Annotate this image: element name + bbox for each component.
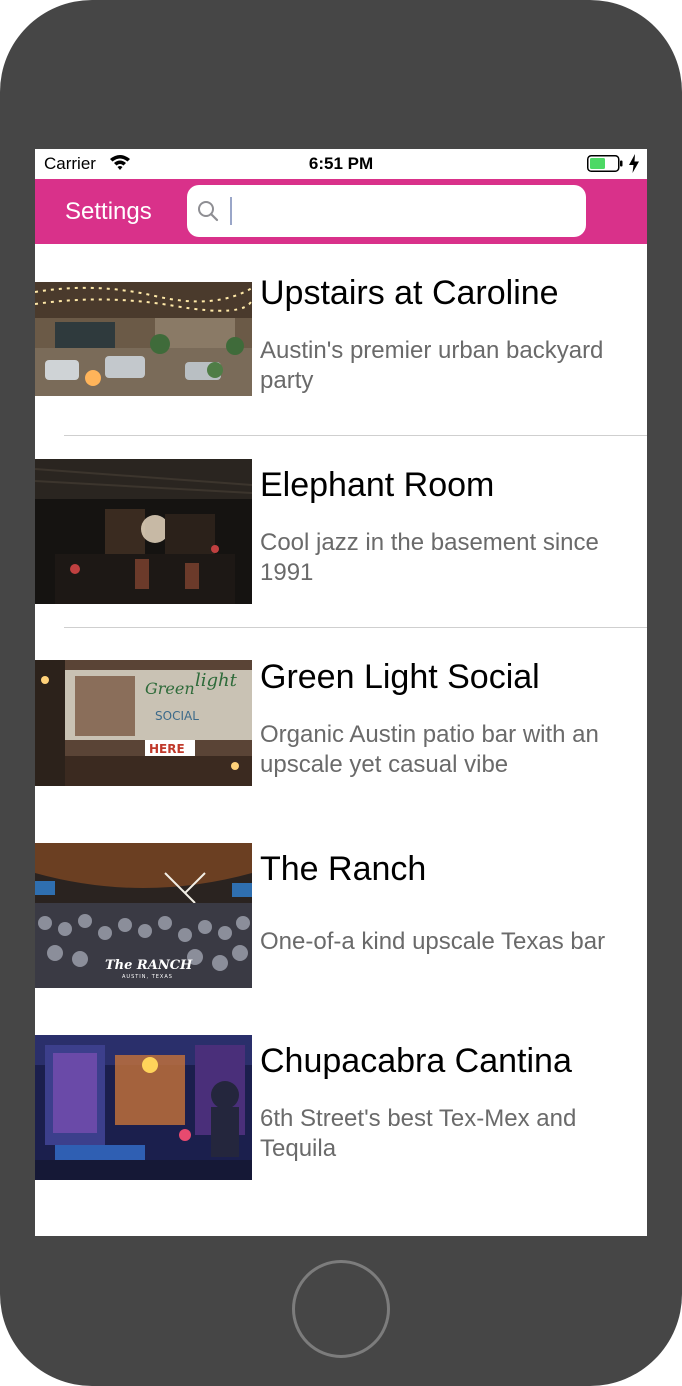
svg-text:light: light (195, 670, 238, 691)
venue-description: Austin's premier urban backyard party (260, 337, 604, 394)
rooftop-patio-photo (35, 282, 252, 396)
search-icon (198, 201, 219, 222)
venue-row-upstairs-at-caroline[interactable]: Upstairs at Caroline Austin's premier ur… (35, 244, 647, 436)
venue-row-chupacabra-cantina[interactable]: Chupacabra Cantina 6th Street's best Tex… (35, 1012, 647, 1204)
venue-row-elephant-room[interactable]: Elephant Room Cool jazz in the basement … (35, 436, 647, 628)
venue-row-green-light-social[interactable]: Green light SOCIAL HERE Green Light Soci… (35, 628, 647, 820)
search-input[interactable] (231, 193, 571, 229)
navigation-bar: Settings (35, 179, 647, 244)
mural-bar-photo: Green light SOCIAL HERE (35, 660, 252, 786)
venue-title: Upstairs at Caroline (260, 274, 559, 312)
venue-description: Organic Austin patio bar with an upscale… (260, 721, 599, 778)
status-time: 6:51 PM (308, 154, 374, 173)
venue-description: One-of-a kind upscale Texas bar (260, 928, 606, 955)
status-bar: Carrier 6:51 PM (35, 149, 647, 179)
phone-frame: Carrier 6:51 PM Settings Upstairs at Car… (0, 0, 682, 1386)
home-button[interactable] (292, 1260, 390, 1358)
venue-title: Elephant Room (260, 466, 495, 504)
jazz-basement-photo (35, 459, 252, 604)
ranch-logo-text: The RANCH (105, 958, 193, 973)
venue-row-the-ranch[interactable]: The RANCH AUSTIN, TEXAS The Ranch One-of… (35, 820, 647, 1012)
venue-description: 6th Street's best Tex-Mex and Tequila (260, 1105, 577, 1162)
venue-title: Chupacabra Cantina (260, 1042, 572, 1080)
svg-text:Green: Green (145, 679, 195, 698)
svg-text:SOCIAL: SOCIAL (155, 709, 199, 723)
settings-button[interactable]: Settings (65, 198, 152, 226)
cantina-night-photo (35, 1035, 252, 1180)
venue-title: Green Light Social (260, 658, 540, 696)
charging-bolt-icon (629, 154, 639, 173)
svg-text:HERE: HERE (149, 742, 185, 756)
venue-description: Cool jazz in the basement since 1991 (260, 529, 599, 586)
venue-title: The Ranch (260, 850, 427, 888)
battery-icon (587, 155, 623, 172)
search-bar[interactable] (187, 185, 586, 237)
app-screen: Carrier 6:51 PM Settings Upstairs at Car… (35, 149, 647, 1236)
ranch-logo-subtext: AUSTIN, TEXAS (122, 974, 173, 980)
